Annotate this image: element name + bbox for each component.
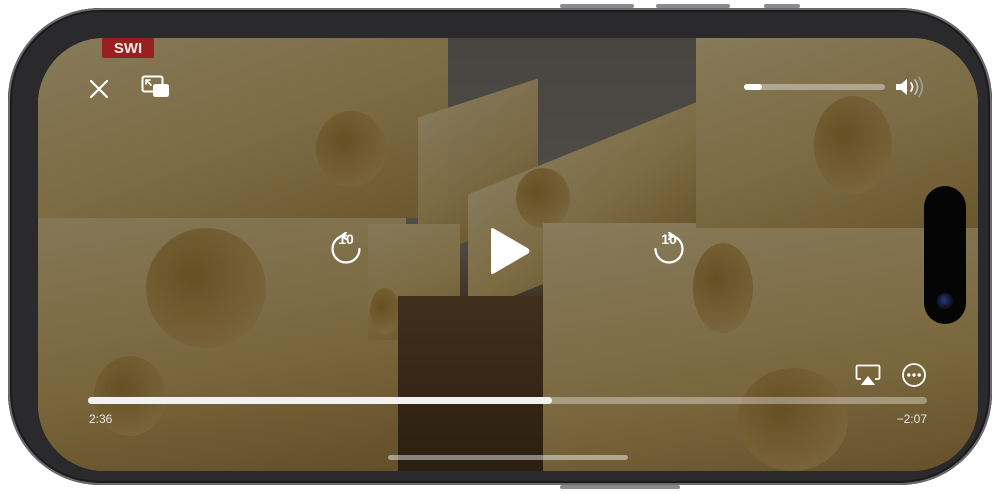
skip-forward-label: 10 xyxy=(661,231,677,247)
elapsed-time: 2:36 xyxy=(89,412,113,426)
side-button xyxy=(560,4,634,8)
more-options-icon xyxy=(902,363,926,387)
home-indicator[interactable] xyxy=(388,455,628,460)
side-button xyxy=(560,485,680,489)
channel-watermark: SWI xyxy=(102,38,154,58)
close-button[interactable] xyxy=(84,74,114,104)
side-button xyxy=(764,4,800,8)
more-options-button[interactable] xyxy=(900,361,928,389)
skip-back-label: 10 xyxy=(338,231,354,247)
dynamic-island xyxy=(924,186,966,324)
playback-progress-fill xyxy=(88,397,552,404)
screen: SWI 10 10 2:36 −2:07 xyxy=(38,38,978,471)
airplay-button[interactable] xyxy=(853,362,883,388)
volume-slider[interactable] xyxy=(744,84,885,90)
play-icon xyxy=(491,228,530,274)
front-camera xyxy=(937,293,953,309)
playback-scrubber[interactable] xyxy=(88,397,927,404)
picture-in-picture-button[interactable] xyxy=(139,72,173,102)
phone-frame: SWI 10 10 2:36 −2:07 xyxy=(8,4,992,489)
skip-forward-button[interactable]: 10 xyxy=(651,231,687,267)
skip-back-button[interactable]: 10 xyxy=(328,231,364,267)
play-button[interactable] xyxy=(484,225,534,277)
side-button xyxy=(656,4,730,8)
close-icon xyxy=(89,79,109,99)
volume-slider-fill xyxy=(744,84,763,90)
airplay-icon xyxy=(855,364,881,385)
picture-in-picture-icon xyxy=(141,75,169,97)
speaker-volume-icon xyxy=(896,76,924,98)
volume-button[interactable] xyxy=(893,74,927,100)
remaining-time: −2:07 xyxy=(896,412,927,426)
